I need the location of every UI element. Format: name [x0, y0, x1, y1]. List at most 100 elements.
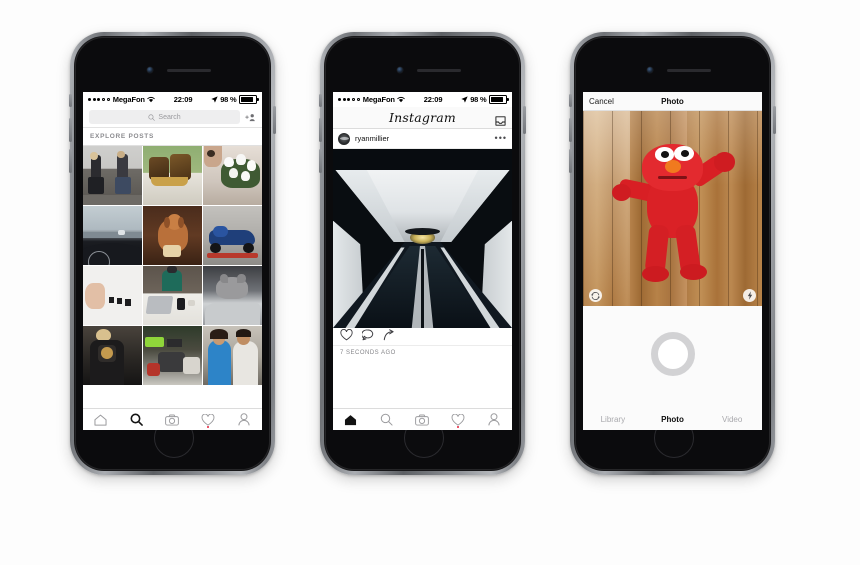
avatar[interactable]: [338, 132, 350, 145]
silent-switch[interactable]: [319, 94, 322, 107]
activity-badge: [457, 425, 460, 428]
tab-activity[interactable]: [440, 409, 476, 430]
mode-photo[interactable]: Photo: [643, 415, 703, 424]
status-bar: MegaFon 22:09 98 %: [333, 92, 512, 107]
like-button[interactable]: [340, 328, 353, 346]
volume-down-button[interactable]: [319, 149, 322, 173]
tab-camera[interactable]: [405, 409, 441, 430]
carrier-label: MegaFon: [112, 95, 145, 104]
carrier-label: MegaFon: [362, 95, 395, 104]
wifi-icon: [397, 96, 406, 103]
search-icon: [380, 413, 393, 426]
signal-strength-icon: [338, 97, 361, 102]
volume-up-button[interactable]: [319, 118, 322, 142]
power-button[interactable]: [273, 106, 276, 134]
volume-down-button[interactable]: [69, 149, 72, 173]
add-person-icon[interactable]: [245, 113, 256, 122]
person-icon: [488, 413, 500, 426]
volume-up-button[interactable]: [69, 118, 72, 142]
tab-camera[interactable]: [155, 409, 191, 430]
post-username[interactable]: ryanmillier: [355, 134, 389, 143]
power-button[interactable]: [773, 106, 776, 134]
activity-badge: [207, 425, 210, 428]
scene: MegaFon 22:09 98 % Search EXPLORE POSTS …: [0, 0, 860, 565]
earpiece-speaker: [166, 69, 211, 72]
flash-bolt-icon[interactable]: [743, 289, 756, 302]
camera-flip-icon[interactable]: [589, 289, 602, 302]
inbox-tray-icon[interactable]: [495, 113, 506, 131]
grid-photo-couple-portrait[interactable]: [203, 326, 262, 386]
grid-photo-garage-workshop[interactable]: [143, 326, 202, 386]
cancel-button[interactable]: Cancel: [589, 97, 614, 106]
post-header: ryanmillier •••: [333, 129, 512, 149]
search-bar: Search: [83, 107, 262, 128]
camera-icon: [165, 414, 180, 426]
grid-photo-golden-dog[interactable]: [143, 206, 202, 265]
person-icon: [238, 413, 250, 426]
explore-section-label: EXPLORE POSTS: [90, 133, 155, 140]
tab-home[interactable]: [333, 409, 369, 430]
grid-photo-white-tulips[interactable]: [203, 146, 262, 205]
grid-photo-woman-sitting-bench[interactable]: [83, 146, 142, 205]
grid-photo-cat-in-car[interactable]: [203, 266, 262, 325]
front-camera-icon: [146, 67, 153, 73]
post-meta: 7 SECONDS AGO: [333, 345, 512, 360]
camera-top-bar: Cancel Photo: [583, 92, 762, 111]
heart-icon: [201, 413, 215, 426]
comment-button[interactable]: [361, 328, 374, 346]
clock-label: 22:09: [423, 95, 443, 104]
tab-profile[interactable]: [476, 409, 512, 430]
explore-grid: [83, 146, 262, 386]
grid-photo-blue-motorcycle[interactable]: [203, 206, 262, 265]
camera-control-panel: Library Photo Video: [583, 306, 762, 430]
status-bar: MegaFon 22:09 98 %: [83, 92, 262, 107]
wifi-icon: [147, 96, 156, 103]
grid-photo-louis-vuitton-bags[interactable]: [143, 146, 202, 205]
grid-photo-car-dashboard[interactable]: [83, 206, 142, 265]
more-options-icon[interactable]: •••: [495, 134, 507, 143]
camera-icon: [415, 414, 430, 426]
tab-search[interactable]: [369, 409, 405, 430]
home-icon: [94, 414, 107, 426]
heart-icon: [451, 413, 465, 426]
grid-photo-hand-minimal-objects[interactable]: [83, 266, 142, 325]
volume-down-button[interactable]: [569, 149, 572, 173]
grid-photo-desk-flatlay[interactable]: [143, 266, 202, 325]
clock-label: 22:09: [173, 95, 193, 104]
phone-device-camera: Cancel Photo Library Photo Video: [569, 32, 776, 475]
battery-icon: [489, 95, 509, 104]
search-placeholder: Search: [158, 113, 181, 121]
silent-switch[interactable]: [569, 94, 572, 107]
screen-feed: MegaFon 22:09 98 % Instagram ryanmillier…: [333, 92, 512, 430]
shutter-button[interactable]: [650, 332, 695, 376]
silent-switch[interactable]: [69, 94, 72, 107]
screen-explore: MegaFon 22:09 98 % Search EXPLORE POSTS: [83, 92, 262, 430]
share-button[interactable]: [383, 328, 395, 346]
post-photo-subway-escalator[interactable]: [333, 149, 512, 328]
tab-home[interactable]: [83, 409, 119, 430]
tab-bar-explore: [83, 408, 262, 430]
post-actions: [333, 328, 512, 345]
location-arrow-icon: [461, 96, 468, 103]
grid-photo-woman-with-camera[interactable]: [83, 326, 142, 386]
location-arrow-icon: [211, 96, 218, 103]
tab-profile[interactable]: [226, 409, 262, 430]
post-timestamp: 7 SECONDS AGO: [340, 350, 396, 356]
tab-search[interactable]: [119, 409, 155, 430]
phone-device-explore: MegaFon 22:09 98 % Search EXPLORE POSTS: [69, 32, 276, 475]
front-camera-icon: [396, 67, 403, 73]
tab-bar-feed: [333, 408, 512, 430]
search-input[interactable]: Search: [89, 110, 240, 124]
explore-section-header: EXPLORE POSTS: [83, 128, 262, 146]
front-camera-icon: [646, 67, 653, 73]
earpiece-speaker: [666, 69, 711, 72]
earpiece-speaker: [416, 69, 461, 72]
mode-video[interactable]: Video: [702, 415, 762, 424]
power-button[interactable]: [523, 106, 526, 134]
volume-up-button[interactable]: [569, 118, 572, 142]
mode-library[interactable]: Library: [583, 415, 643, 424]
tab-activity[interactable]: [190, 409, 226, 430]
camera-viewfinder[interactable]: [583, 111, 762, 307]
signal-strength-icon: [88, 97, 111, 102]
elmo-plush-figure: [583, 111, 762, 307]
